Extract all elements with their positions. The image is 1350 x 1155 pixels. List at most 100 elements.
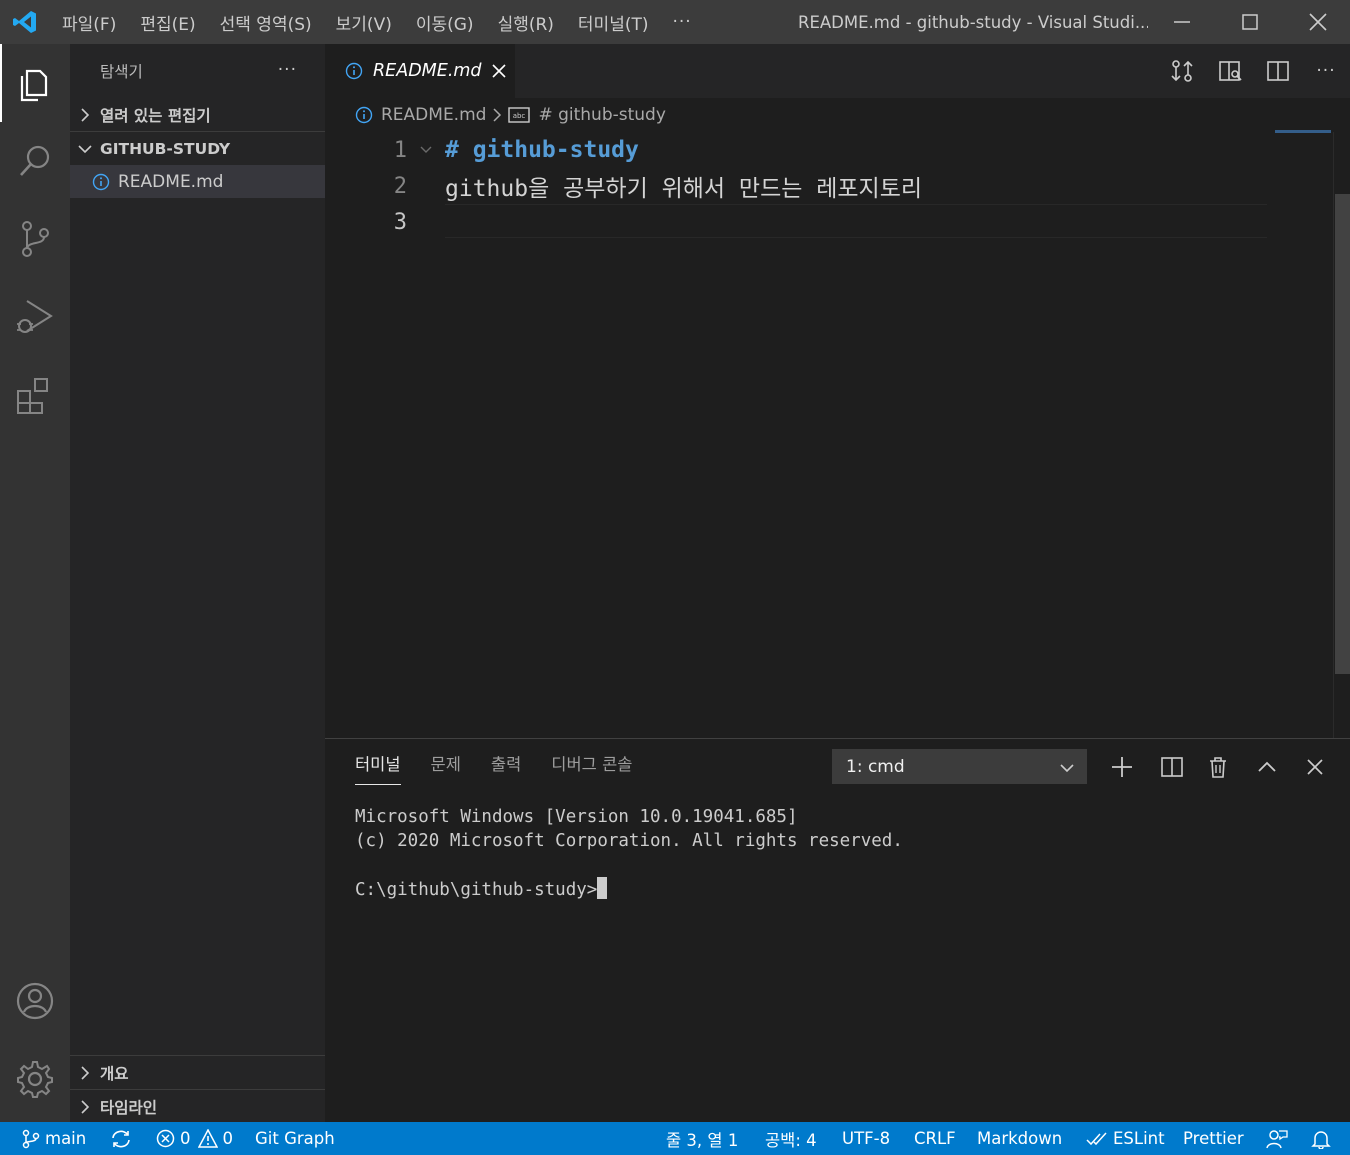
branch-name: main	[45, 1129, 87, 1148]
line-number: 2	[393, 173, 407, 199]
open-editors-label: 열려 있는 편집기	[100, 106, 211, 125]
run-debug-icon[interactable]	[0, 278, 70, 356]
tab-label: README.md	[373, 61, 482, 81]
sync-icon[interactable]	[110, 1122, 137, 1155]
fold-chevron-icon[interactable]	[407, 145, 445, 155]
explorer-header: 탐색기 ···	[70, 44, 325, 98]
indentation[interactable]: 공백: 4	[765, 1122, 817, 1155]
split-terminal-icon[interactable]	[1152, 749, 1192, 784]
chevron-down-icon	[70, 143, 100, 155]
eslint-status[interactable]: ESLint	[1086, 1122, 1165, 1155]
status-bar: main 0 0 Git Graph 줄 3, 열 1 공백: 4 UTF-8 …	[0, 1122, 1350, 1155]
terminal-line: Microsoft Windows [Version 10.0.19041.68…	[355, 807, 798, 827]
string-symbol-icon: abc	[508, 107, 531, 123]
terminal-cursor	[597, 877, 608, 899]
timeline-section[interactable]: 타임라인	[70, 1090, 325, 1123]
tab-terminal[interactable]: 터미널	[355, 751, 401, 785]
menu-go[interactable]: 이동(G)	[404, 0, 486, 44]
menu-run[interactable]: 실행(R)	[486, 0, 566, 44]
branch-indicator[interactable]: main	[22, 1122, 86, 1155]
folder-label: GITHUB-STUDY	[100, 139, 231, 158]
editor-actions: ···	[1158, 44, 1350, 98]
plus-icon[interactable]	[1102, 749, 1142, 784]
more-actions-icon[interactable]: ···	[1302, 61, 1350, 81]
prettier-status[interactable]: Prettier	[1183, 1122, 1244, 1155]
language-mode[interactable]: Markdown	[977, 1122, 1062, 1155]
check-all-icon	[1086, 1131, 1113, 1147]
code-editor[interactable]: 1 # github-study 2 github을 공부하기 위해서 만드는 …	[325, 132, 1333, 738]
file-name: README.md	[118, 171, 224, 192]
menu-edit[interactable]: 편집(E)	[128, 0, 207, 44]
open-preview-icon[interactable]	[1206, 59, 1254, 83]
minimap[interactable]	[1275, 130, 1331, 133]
title-bar: 파일(F) 편집(E) 선택 영역(S) 보기(V) 이동(G) 실행(R) 터…	[0, 0, 1350, 44]
outline-section[interactable]: 개요	[70, 1056, 325, 1089]
encoding[interactable]: UTF-8	[842, 1122, 890, 1155]
scrollbar-thumb[interactable]	[1335, 194, 1350, 674]
chevron-right-icon	[70, 1099, 100, 1114]
explorer-icon[interactable]	[0, 44, 70, 122]
tab-debug-console[interactable]: 디버그 콘솔	[551, 751, 632, 785]
extensions-icon[interactable]	[0, 356, 70, 434]
settings-gear-icon[interactable]	[0, 1040, 70, 1118]
menu-selection[interactable]: 선택 영역(S)	[208, 0, 324, 44]
open-editors-section[interactable]: 열려 있는 편집기	[70, 98, 325, 131]
search-icon[interactable]	[0, 122, 70, 200]
branch-icon	[22, 1129, 45, 1149]
breadcrumb: README.md abc # github-study	[325, 98, 1325, 132]
tab-output[interactable]: 출력	[491, 751, 521, 785]
cursor-position[interactable]: 줄 3, 열 1	[666, 1122, 738, 1155]
eslint-label: ESLint	[1113, 1129, 1165, 1148]
terminal-output[interactable]: Microsoft Windows [Version 10.0.19041.68…	[355, 805, 903, 902]
chevron-up-icon[interactable]	[1247, 749, 1287, 784]
explorer-sidebar: 탐색기 ··· 열려 있는 편집기 GITHUB-STUDY README.md…	[70, 44, 325, 1122]
editor-scrollbar[interactable]	[1333, 132, 1350, 738]
git-graph-button[interactable]: Git Graph	[255, 1122, 335, 1155]
menu-more-button[interactable]: ···	[661, 12, 704, 32]
line-number: 1	[393, 137, 407, 163]
open-changes-icon[interactable]	[1158, 59, 1206, 83]
info-icon	[345, 62, 363, 80]
terminal-select[interactable]: 1: cmd	[832, 749, 1087, 784]
feedback-icon[interactable]	[1266, 1122, 1293, 1155]
editor-tabs: README.md ···	[325, 44, 1350, 98]
close-icon[interactable]	[491, 64, 506, 78]
close-window-button[interactable]	[1284, 0, 1350, 44]
source-control-icon[interactable]	[0, 200, 70, 278]
close-icon[interactable]	[1295, 749, 1335, 784]
breadcrumb-file[interactable]: README.md	[381, 105, 486, 125]
menu-view[interactable]: 보기(V)	[324, 0, 404, 44]
menu-file[interactable]: 파일(F)	[50, 0, 128, 44]
trash-icon[interactable]	[1198, 749, 1238, 784]
menu-bar: 파일(F) 편집(E) 선택 영역(S) 보기(V) 이동(G) 실행(R) 터…	[50, 0, 704, 44]
explorer-more-button[interactable]: ···	[278, 60, 297, 80]
code-line: 1 # github-study	[325, 132, 1333, 168]
tab-problems[interactable]: 문제	[431, 751, 461, 785]
terminal-line: (c) 2020 Microsoft Corporation. All righ…	[355, 831, 903, 851]
terminal-select-value: 1: cmd	[846, 756, 905, 777]
end-of-line[interactable]: CRLF	[914, 1122, 956, 1155]
folder-section[interactable]: GITHUB-STUDY	[70, 132, 325, 165]
file-item-readme[interactable]: README.md	[70, 165, 325, 198]
account-icon[interactable]	[0, 962, 70, 1040]
tab-readme[interactable]: README.md	[325, 44, 515, 98]
panel-tabs: 터미널 문제 출력 디버그 콘솔	[355, 751, 662, 785]
vscode-logo-icon	[0, 0, 50, 44]
terminal-prompt-row: C:\github\github-study>	[355, 877, 903, 902]
maximize-button[interactable]	[1216, 0, 1284, 44]
chevron-right-icon	[492, 108, 502, 122]
menu-terminal[interactable]: 터미널(T)	[566, 0, 661, 44]
problems-indicator[interactable]: 0 0	[156, 1122, 233, 1155]
bottom-panel: 터미널 문제 출력 디버그 콘솔 1: cmd Microsoft Window…	[325, 738, 1350, 1122]
minimize-button[interactable]	[1148, 0, 1216, 44]
activity-bar	[0, 44, 70, 1122]
outline-label: 개요	[100, 1064, 129, 1083]
chevron-right-icon	[70, 107, 100, 122]
warning-count: 0	[222, 1129, 234, 1148]
info-icon	[355, 106, 373, 124]
window-title: README.md - github-study - Visual Studi.…	[798, 12, 1148, 32]
split-editor-icon[interactable]	[1254, 60, 1302, 82]
breadcrumb-symbol[interactable]: # github-study	[538, 105, 665, 125]
bell-icon[interactable]	[1311, 1122, 1336, 1155]
